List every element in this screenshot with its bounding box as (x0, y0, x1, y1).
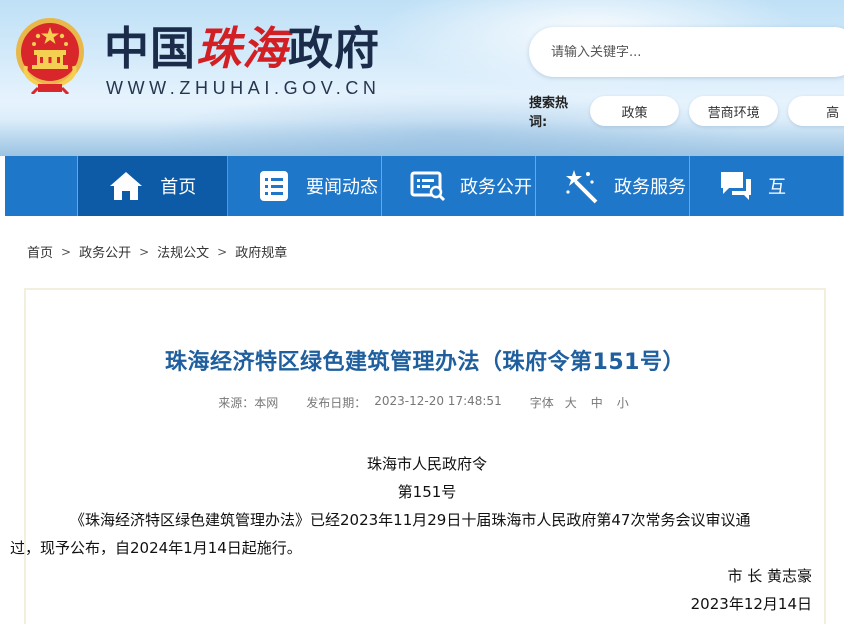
open-affairs-icon (410, 168, 446, 204)
article-body: 珠海市人民政府令 第151号 《珠海经济特区绿色建筑管理办法》已经2023年11… (10, 450, 814, 618)
paragraph-line: 过，现予公布，自2024年1月14日起施行。 (10, 539, 302, 557)
breadcrumb-separator-icon: > (61, 244, 72, 259)
decree-issuer: 珠海市人民政府令 (366, 455, 487, 473)
font-size-large-button[interactable]: 大 (565, 394, 577, 411)
nav-label: 政务服务 (614, 177, 687, 198)
nav-label: 互 (768, 177, 787, 198)
article-paragraph: 《珠海经济特区绿色建筑管理办法》已经2023年11月29日十届珠海市人民政府第4… (10, 506, 814, 562)
decree-number: 第151号 (397, 483, 457, 501)
article-panel: 珠海经济特区绿色建筑管理办法（珠府令第151号） 来源：本网 发布日期： 202… (10, 288, 826, 624)
chat-icon (718, 168, 754, 204)
hot-search-bar: 搜索热词: 政策 营商环境 高 (529, 96, 844, 130)
paragraph-line: 《珠海经济特区绿色建筑管理办法》已经2023年11月29日十届珠海市人民政府第4… (70, 511, 751, 529)
site-url: WWW.ZHUHAI.GOV.CN (106, 78, 381, 98)
site-header: 中国 珠海 政府 WWW.ZHUHAI.GOV.CN 搜索热词: 政策 营商环境… (0, 0, 844, 156)
article-title: 珠海经济特区绿色建筑管理办法（珠府令第151号） (165, 350, 685, 375)
article-date: 2023-12-20 17:48:51 (374, 394, 502, 408)
breadcrumb: 首页 > 政务公开 > 法规公文 > 政府规章 (27, 242, 287, 262)
nav-label: 首页 (160, 177, 197, 198)
nav-item-services[interactable]: 政务服务 (536, 156, 691, 216)
search-input[interactable] (551, 44, 831, 60)
sign-date: 2023年12月14日 (690, 595, 812, 613)
news-list-icon (256, 168, 292, 204)
breadcrumb-separator-icon: > (139, 244, 150, 259)
article-date-label: 发布日期： (306, 396, 367, 410)
hot-tag[interactable]: 政策 (589, 96, 680, 126)
nav-label: 要闻动态 (306, 177, 379, 198)
nav-item-interaction[interactable]: 互 (690, 156, 844, 216)
nav-item-open-affairs[interactable]: 政务公开 (382, 156, 537, 216)
hot-search-label: 搜索热词: (529, 96, 569, 130)
breadcrumb-separator-icon: > (217, 244, 228, 259)
hot-tag[interactable]: 营商环境 (689, 96, 779, 126)
site-title-part: 政府 (288, 21, 381, 75)
article-meta: 来源：本网 发布日期： 2023-12-20 17:48:51 字体 大 中 小 (26, 394, 824, 411)
national-emblem-icon (16, 18, 84, 94)
breadcrumb-link[interactable]: 法规公文 (157, 242, 209, 261)
home-icon (108, 168, 144, 204)
search-box[interactable] (529, 27, 844, 77)
nav-label: 政务公开 (460, 177, 533, 198)
site-title[interactable]: 中国 珠海 政府 (104, 14, 381, 75)
font-size-label: 字体 (529, 396, 554, 410)
magic-wand-icon (564, 168, 600, 204)
nav-item-home[interactable]: 首页 (77, 156, 229, 216)
nav-item-news[interactable]: 要闻动态 (228, 156, 383, 216)
font-size-medium-button[interactable]: 中 (591, 394, 603, 411)
site-title-calligraphy: 珠海 (196, 21, 289, 75)
breadcrumb-link[interactable]: 首页 (27, 242, 53, 261)
breadcrumb-link[interactable]: 政务公开 (79, 242, 131, 261)
mayor-signature: 市 长 黄志豪 (727, 567, 812, 585)
site-title-part: 中国 (104, 21, 197, 75)
font-size-small-button[interactable]: 小 (617, 394, 629, 411)
breadcrumb-link[interactable]: 政府规章 (235, 242, 287, 261)
main-nav: 首页 要闻动态 政务公开 政务服务 互 (5, 156, 844, 216)
article-source: 来源：本网 (218, 396, 279, 410)
hot-tag[interactable]: 高 (788, 96, 844, 126)
nav-spacer (5, 156, 78, 216)
